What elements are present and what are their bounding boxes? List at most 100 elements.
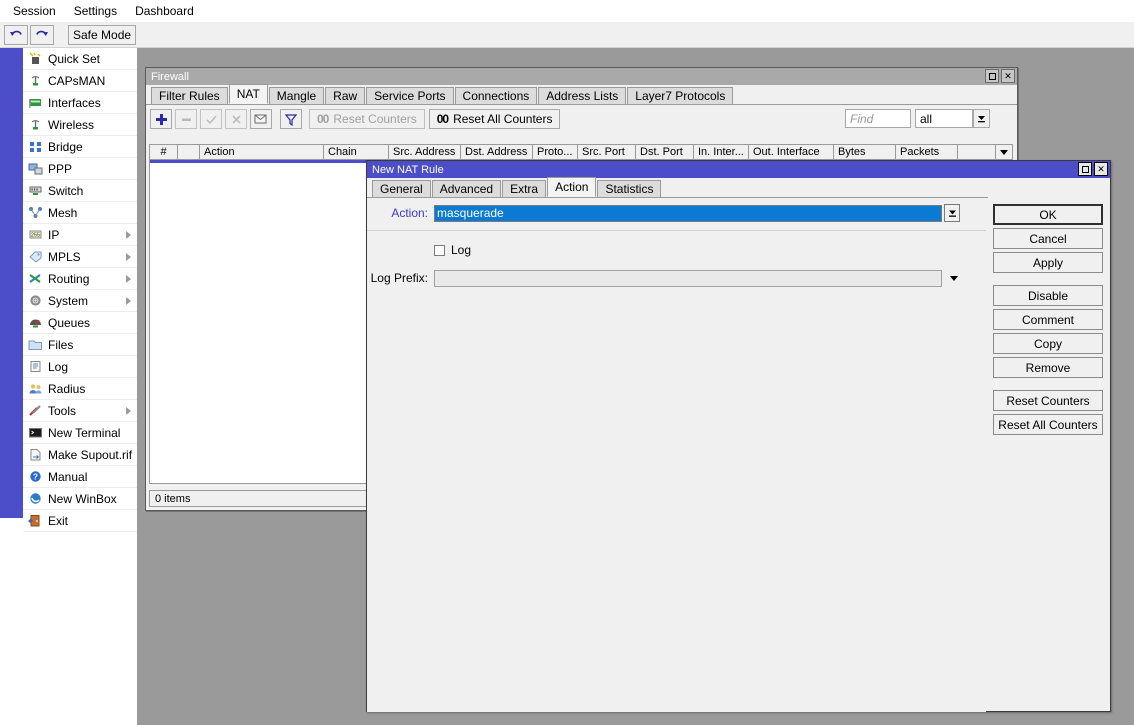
nat-dialog-close-button[interactable]: ✕ [1094, 162, 1108, 176]
nat-tab-statistics[interactable]: Statistics [597, 180, 662, 197]
sidebar-item-new-terminal[interactable]: New Terminal [23, 422, 137, 444]
sidebar-item-routing[interactable]: Routing [23, 268, 137, 290]
nat-column-header-bytes[interactable]: Bytes [834, 145, 896, 159]
find-input[interactable]: Find [845, 109, 911, 128]
nat-tab-extra[interactable]: Extra [502, 180, 547, 197]
firewall-tab-filter-rules[interactable]: Filter Rules [151, 87, 228, 104]
firewall-tab-layer7-protocols[interactable]: Layer7 Protocols [627, 87, 734, 104]
reset-all-counters-button[interactable]: 00 Reset All Counters [428, 109, 561, 129]
nat-column-header-proto[interactable]: Proto... [533, 145, 578, 159]
sidebar-item-tools[interactable]: Tools [23, 400, 137, 422]
undo-button[interactable] [4, 24, 28, 45]
svg-text:255: 255 [31, 233, 40, 239]
firewall-tab-nat[interactable]: NAT [228, 84, 268, 104]
nat-column-header-out-interface[interactable]: Out. Interface [749, 145, 834, 159]
disable-button[interactable]: Disable [993, 285, 1103, 306]
nat-column-header-dst-port[interactable]: Dst. Port [636, 145, 694, 159]
nat-column-header-blank-1[interactable] [178, 145, 200, 159]
safe-mode-button[interactable]: Safe Mode [68, 24, 137, 45]
nat-dialog-restore-button[interactable] [1078, 162, 1092, 176]
firewall-restore-button[interactable] [985, 69, 999, 83]
quickset-icon [26, 51, 45, 67]
nat-column-header-packets[interactable]: Packets [896, 145, 958, 159]
remove-rule-button[interactable] [175, 109, 197, 129]
sidebar-item-ip[interactable]: 255 IP [23, 224, 137, 246]
sidebar-item-queues[interactable]: Queues [23, 312, 137, 334]
sidebar-item-capsman[interactable]: CAPsMAN [23, 70, 137, 92]
nat-column-header-dst-address[interactable]: Dst. Address [461, 145, 533, 159]
firewall-tab-bar: Filter Rules NAT Mangle Raw Service Ports Con… [146, 84, 1017, 105]
sidebar-item-make-supout-rif[interactable]: Make Supout.rif [23, 444, 137, 466]
redo-button[interactable] [30, 24, 54, 45]
sidebar-item-log[interactable]: Log [23, 356, 137, 378]
nat-column-header-src-address[interactable]: Src. Address [389, 145, 461, 159]
nat-column-header-chain[interactable]: Chain [324, 145, 389, 159]
comment-button[interactable]: Comment [993, 309, 1103, 330]
firewall-tab-address-lists[interactable]: Address Lists [538, 87, 627, 104]
comment-rule-button[interactable] [250, 109, 272, 129]
firewall-tab-service-ports[interactable]: Service Ports [366, 87, 454, 104]
find-scope-input[interactable]: all [915, 109, 973, 128]
remove-button[interactable]: Remove [993, 357, 1103, 378]
disable-rule-button[interactable] [225, 109, 247, 129]
sidebar-item-new-winbox[interactable]: New WinBox [23, 488, 137, 510]
ppp-icon [26, 161, 45, 177]
filter-button[interactable] [280, 109, 302, 129]
sidebar-item-mpls[interactable]: MPLS [23, 246, 137, 268]
apply-button[interactable]: Apply [993, 252, 1103, 273]
sidebar-item-label: Radius [48, 381, 86, 396]
nat-column-header-in-inter[interactable]: In. Inter... [694, 145, 749, 159]
sidebar-item-manual[interactable]: ? Manual [23, 466, 137, 488]
system-gear-icon [30, 295, 41, 306]
nat-column-header-src-port[interactable]: Src. Port [578, 145, 636, 159]
sidebar-item-switch[interactable]: Switch [23, 180, 137, 202]
menu-item-settings[interactable]: Settings [65, 2, 126, 20]
sidebar-item-quick-set[interactable]: Quick Set [23, 48, 137, 70]
sidebar-item-interfaces[interactable]: Interfaces [23, 92, 137, 114]
firewall-tab-mangle[interactable]: Mangle [268, 87, 325, 104]
nat-tab-general[interactable]: General [372, 180, 431, 197]
sidebar-item-mesh[interactable]: Mesh [23, 202, 137, 224]
cancel-button[interactable]: Cancel [993, 228, 1103, 249]
sidebar-item-exit[interactable]: Exit [23, 510, 137, 532]
action-select-input[interactable]: masquerade [434, 204, 942, 222]
nat-column-header-action[interactable]: Action [200, 145, 324, 159]
sidebar-item-radius[interactable]: Radius [23, 378, 137, 400]
action-dropdown-button[interactable] [944, 204, 960, 222]
nat-tab-action[interactable]: Action [547, 177, 597, 197]
nat-action-form: Action: masquerade Log Log Prefix: [367, 198, 986, 712]
firewall-close-button[interactable]: ✕ [1001, 69, 1015, 83]
add-rule-button[interactable] [150, 109, 172, 129]
sidebar-item-label: Interfaces [48, 95, 101, 110]
reset-counters-button[interactable]: Reset Counters [993, 390, 1103, 411]
nat-column-chooser-button[interactable] [995, 145, 1012, 159]
sidebar-item-bridge[interactable]: Bridge [23, 136, 137, 158]
winbox-icon [26, 491, 45, 507]
menu-item-session[interactable]: Session [4, 2, 65, 20]
log-prefix-input[interactable] [434, 269, 942, 287]
nat-tab-advanced[interactable]: Advanced [431, 180, 502, 197]
reset-all-counters-button[interactable]: Reset All Counters [993, 414, 1103, 435]
firewall-title-bar[interactable]: Firewall ✕ [146, 68, 1017, 85]
sidebar-item-ppp[interactable]: PPP [23, 158, 137, 180]
firewall-tab-connections[interactable]: Connections [454, 87, 538, 104]
submenu-arrow-icon [126, 406, 131, 415]
enable-rule-button[interactable] [200, 109, 222, 129]
queues-icon [30, 319, 41, 328]
menu-item-dashboard[interactable]: Dashboard [126, 2, 203, 20]
routing-icon [26, 271, 45, 287]
sidebar-item-system[interactable]: System [23, 290, 137, 312]
find-scope-dropdown-button[interactable] [973, 109, 990, 128]
copy-button[interactable]: Copy [993, 333, 1103, 354]
sidebar-item-files[interactable]: Files [23, 334, 137, 356]
ok-button[interactable]: OK [993, 204, 1103, 225]
log-prefix-dropdown-button[interactable] [946, 270, 962, 286]
nat-column-header-[interactable]: # [150, 145, 178, 159]
winbox-app-window: Session Settings Dashboard Safe Mode Qui… [0, 0, 1134, 725]
reset-counters-button[interactable]: 00 Reset Counters [309, 109, 425, 129]
radius-users-icon [29, 384, 42, 394]
log-checkbox[interactable] [434, 244, 445, 256]
nat-dialog-title-bar[interactable]: New NAT Rule ✕ [367, 161, 1110, 178]
firewall-tab-raw[interactable]: Raw [325, 87, 366, 104]
sidebar-item-wireless[interactable]: Wireless [23, 114, 137, 136]
